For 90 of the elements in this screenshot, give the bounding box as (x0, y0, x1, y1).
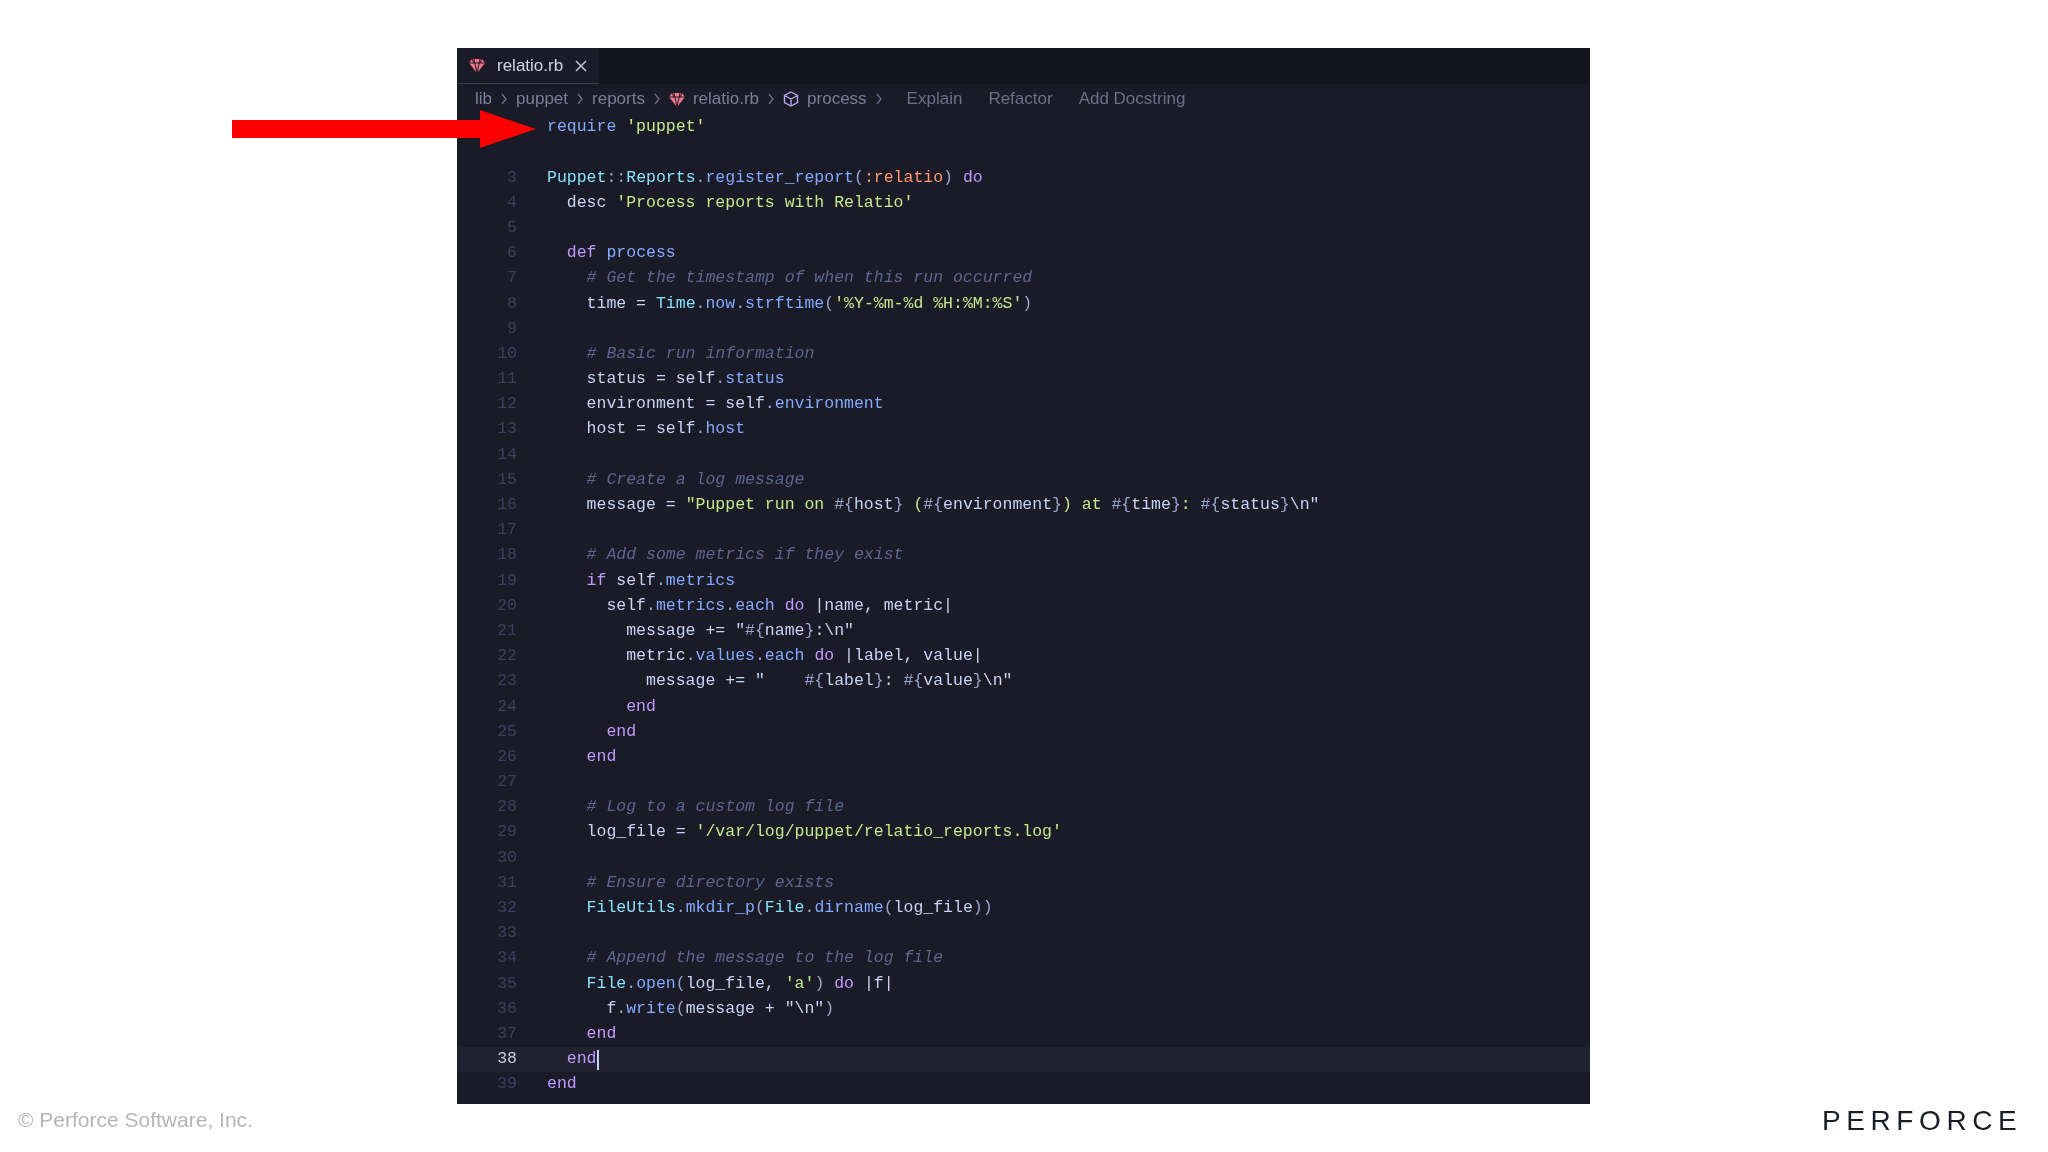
chevron-icon (767, 93, 776, 105)
line-number: 8 (507, 292, 517, 315)
file-tab[interactable]: relatio.rb (457, 48, 600, 84)
line-number: 11 (497, 368, 517, 391)
code-line: # Get the timestamp of when this run occurred (585, 267, 1033, 290)
chevron-icon (874, 93, 883, 105)
cube-icon (783, 91, 800, 107)
line-number: 6 (507, 242, 517, 265)
breadcrumb-item[interactable]: reports (592, 86, 645, 112)
code-line: # Append the message to the log file (585, 947, 944, 970)
line-number: 17 (497, 519, 517, 542)
code-line: def process (565, 242, 676, 265)
line-number: 25 (497, 720, 517, 743)
line-number: 35 (497, 972, 517, 995)
line-number: 28 (497, 796, 517, 819)
line-number: 20 (497, 594, 517, 617)
line-number: 5 (507, 216, 517, 239)
arrow-icon (232, 110, 536, 148)
line-number: 24 (497, 695, 517, 718)
logo: PERFORCE (1822, 1104, 2023, 1138)
line-number: 26 (497, 745, 517, 768)
line-number: 22 (497, 645, 517, 668)
code-line: # Create a log message (585, 468, 805, 491)
code-line: status = self.status (585, 368, 785, 391)
line-number: 19 (497, 569, 517, 592)
line-number: 32 (497, 897, 517, 920)
code-line: end (585, 1022, 617, 1045)
code-line: message += "#{name}:\n" (625, 619, 854, 642)
line-number: 10 (497, 342, 517, 365)
breadcrumb-item[interactable]: relatio.rb (692, 86, 760, 112)
breadcrumb-item[interactable]: process (807, 86, 867, 112)
code-line: end (605, 720, 637, 743)
line-number: 7 (507, 267, 517, 290)
code-line: metric.values.each do |label, value| (625, 645, 983, 668)
line-number: 38 (497, 1048, 517, 1071)
code-line: # Log to a custom log file (585, 796, 845, 819)
code-line: desc 'Process reports with Relatio' (565, 191, 914, 214)
code-line: end (547, 1073, 577, 1096)
ruby-icon (668, 91, 685, 107)
line-number: 31 (497, 871, 517, 894)
code-line: FileUtils.mkdir_p(File.dirname(log_file)) (585, 897, 993, 920)
code-line: time = Time.now.strftime('%Y-%m-%d %H:%M:%S') (585, 292, 1033, 315)
code-line: f.write(message + "\n") (605, 997, 835, 1020)
code-line: environment = self.environment (585, 393, 884, 416)
code-line: log_file = '/var/log/puppet/relatio_reports.log' (585, 821, 1062, 844)
code-line: require 'puppet' (547, 116, 706, 139)
copyright-text: © Perforce Software, Inc. (18, 1107, 253, 1133)
code-line: # Basic run information (585, 342, 815, 365)
line-number: 39 (497, 1073, 517, 1096)
chevron-icon (500, 93, 508, 105)
chevron-icon (576, 93, 584, 105)
line-number: 9 (507, 317, 517, 340)
line-number: 33 (497, 922, 517, 945)
code-line: end (565, 1048, 597, 1071)
code-line: self.metrics.each do |name, metric| (605, 594, 953, 617)
close-icon[interactable] (575, 59, 588, 72)
line-number: 36 (497, 997, 517, 1020)
line-number: 37 (497, 1022, 517, 1045)
code-line: end (625, 695, 656, 718)
code-line: # Ensure directory exists (585, 871, 835, 894)
line-number: 13 (497, 418, 517, 441)
code-line: # Add some metrics if they exist (585, 544, 904, 567)
code-line: host = self.host (585, 418, 746, 441)
ruby-icon (469, 58, 485, 73)
code-action-link[interactable]: Add Docstring (1078, 86, 1186, 112)
code-line: if self.metrics (585, 569, 736, 592)
line-number: 3 (507, 166, 517, 189)
text-cursor (596, 1049, 599, 1070)
code-line: end (585, 745, 617, 768)
line-number: 27 (497, 771, 517, 794)
code-action-link[interactable]: Explain (906, 86, 963, 112)
line-number: 34 (497, 947, 517, 970)
breadcrumb-item[interactable]: lib (475, 86, 492, 112)
line-number: 21 (497, 619, 517, 642)
breadcrumb-item[interactable]: puppet (516, 86, 568, 112)
code-line: File.open(log_file, 'a') do |f| (585, 972, 894, 995)
code-line: message = "Puppet run on #{host} (#{environment}) at #{time}: #{status}\n" (585, 494, 1320, 517)
line-number: 29 (497, 821, 517, 844)
chevron-icon (652, 93, 661, 105)
line-number: 15 (497, 468, 517, 491)
line-number: 30 (497, 846, 517, 869)
line-number: 23 (497, 670, 517, 693)
line-number: 12 (497, 393, 517, 416)
code-line: message += " #{label}: #{value}\n" (645, 670, 1013, 693)
code-action-link[interactable]: Refactor (988, 86, 1053, 112)
line-number: 4 (507, 191, 517, 214)
line-number: 18 (497, 544, 517, 567)
code-line: Puppet::Reports.register_report(:relatio) do (547, 166, 983, 189)
line-number: 14 (497, 443, 517, 466)
line-number: 16 (497, 494, 517, 517)
